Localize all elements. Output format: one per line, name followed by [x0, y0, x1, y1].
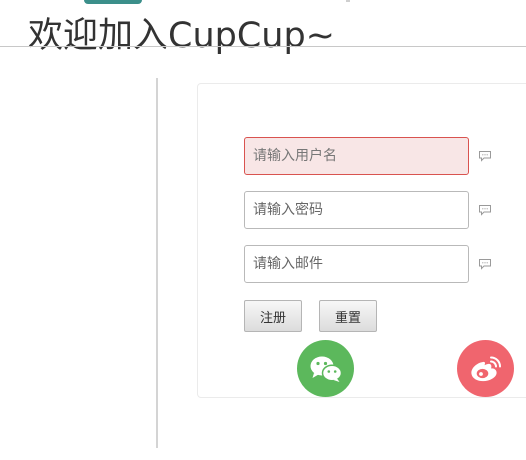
- password-hint-icon: [479, 205, 491, 216]
- username-hint-icon: [479, 151, 491, 162]
- register-button[interactable]: 注册: [244, 300, 302, 332]
- weibo-login-button[interactable]: [457, 340, 514, 397]
- username-input[interactable]: [244, 137, 469, 175]
- title-divider: [0, 46, 526, 47]
- reset-button[interactable]: 重置: [319, 300, 377, 332]
- top-edge-mark: [346, 0, 350, 2]
- wechat-icon: [310, 356, 342, 382]
- email-input[interactable]: [244, 245, 469, 283]
- weibo-icon: [470, 356, 501, 381]
- wechat-login-button[interactable]: [297, 340, 354, 397]
- top-tab-edge[interactable]: [84, 0, 142, 4]
- page-title: 欢迎加入CupCup~: [28, 16, 336, 56]
- email-hint-icon: [479, 259, 491, 270]
- vertical-divider: [156, 78, 158, 448]
- page: 欢迎加入CupCup~ 注册 重置: [0, 0, 526, 460]
- password-input[interactable]: [244, 191, 469, 229]
